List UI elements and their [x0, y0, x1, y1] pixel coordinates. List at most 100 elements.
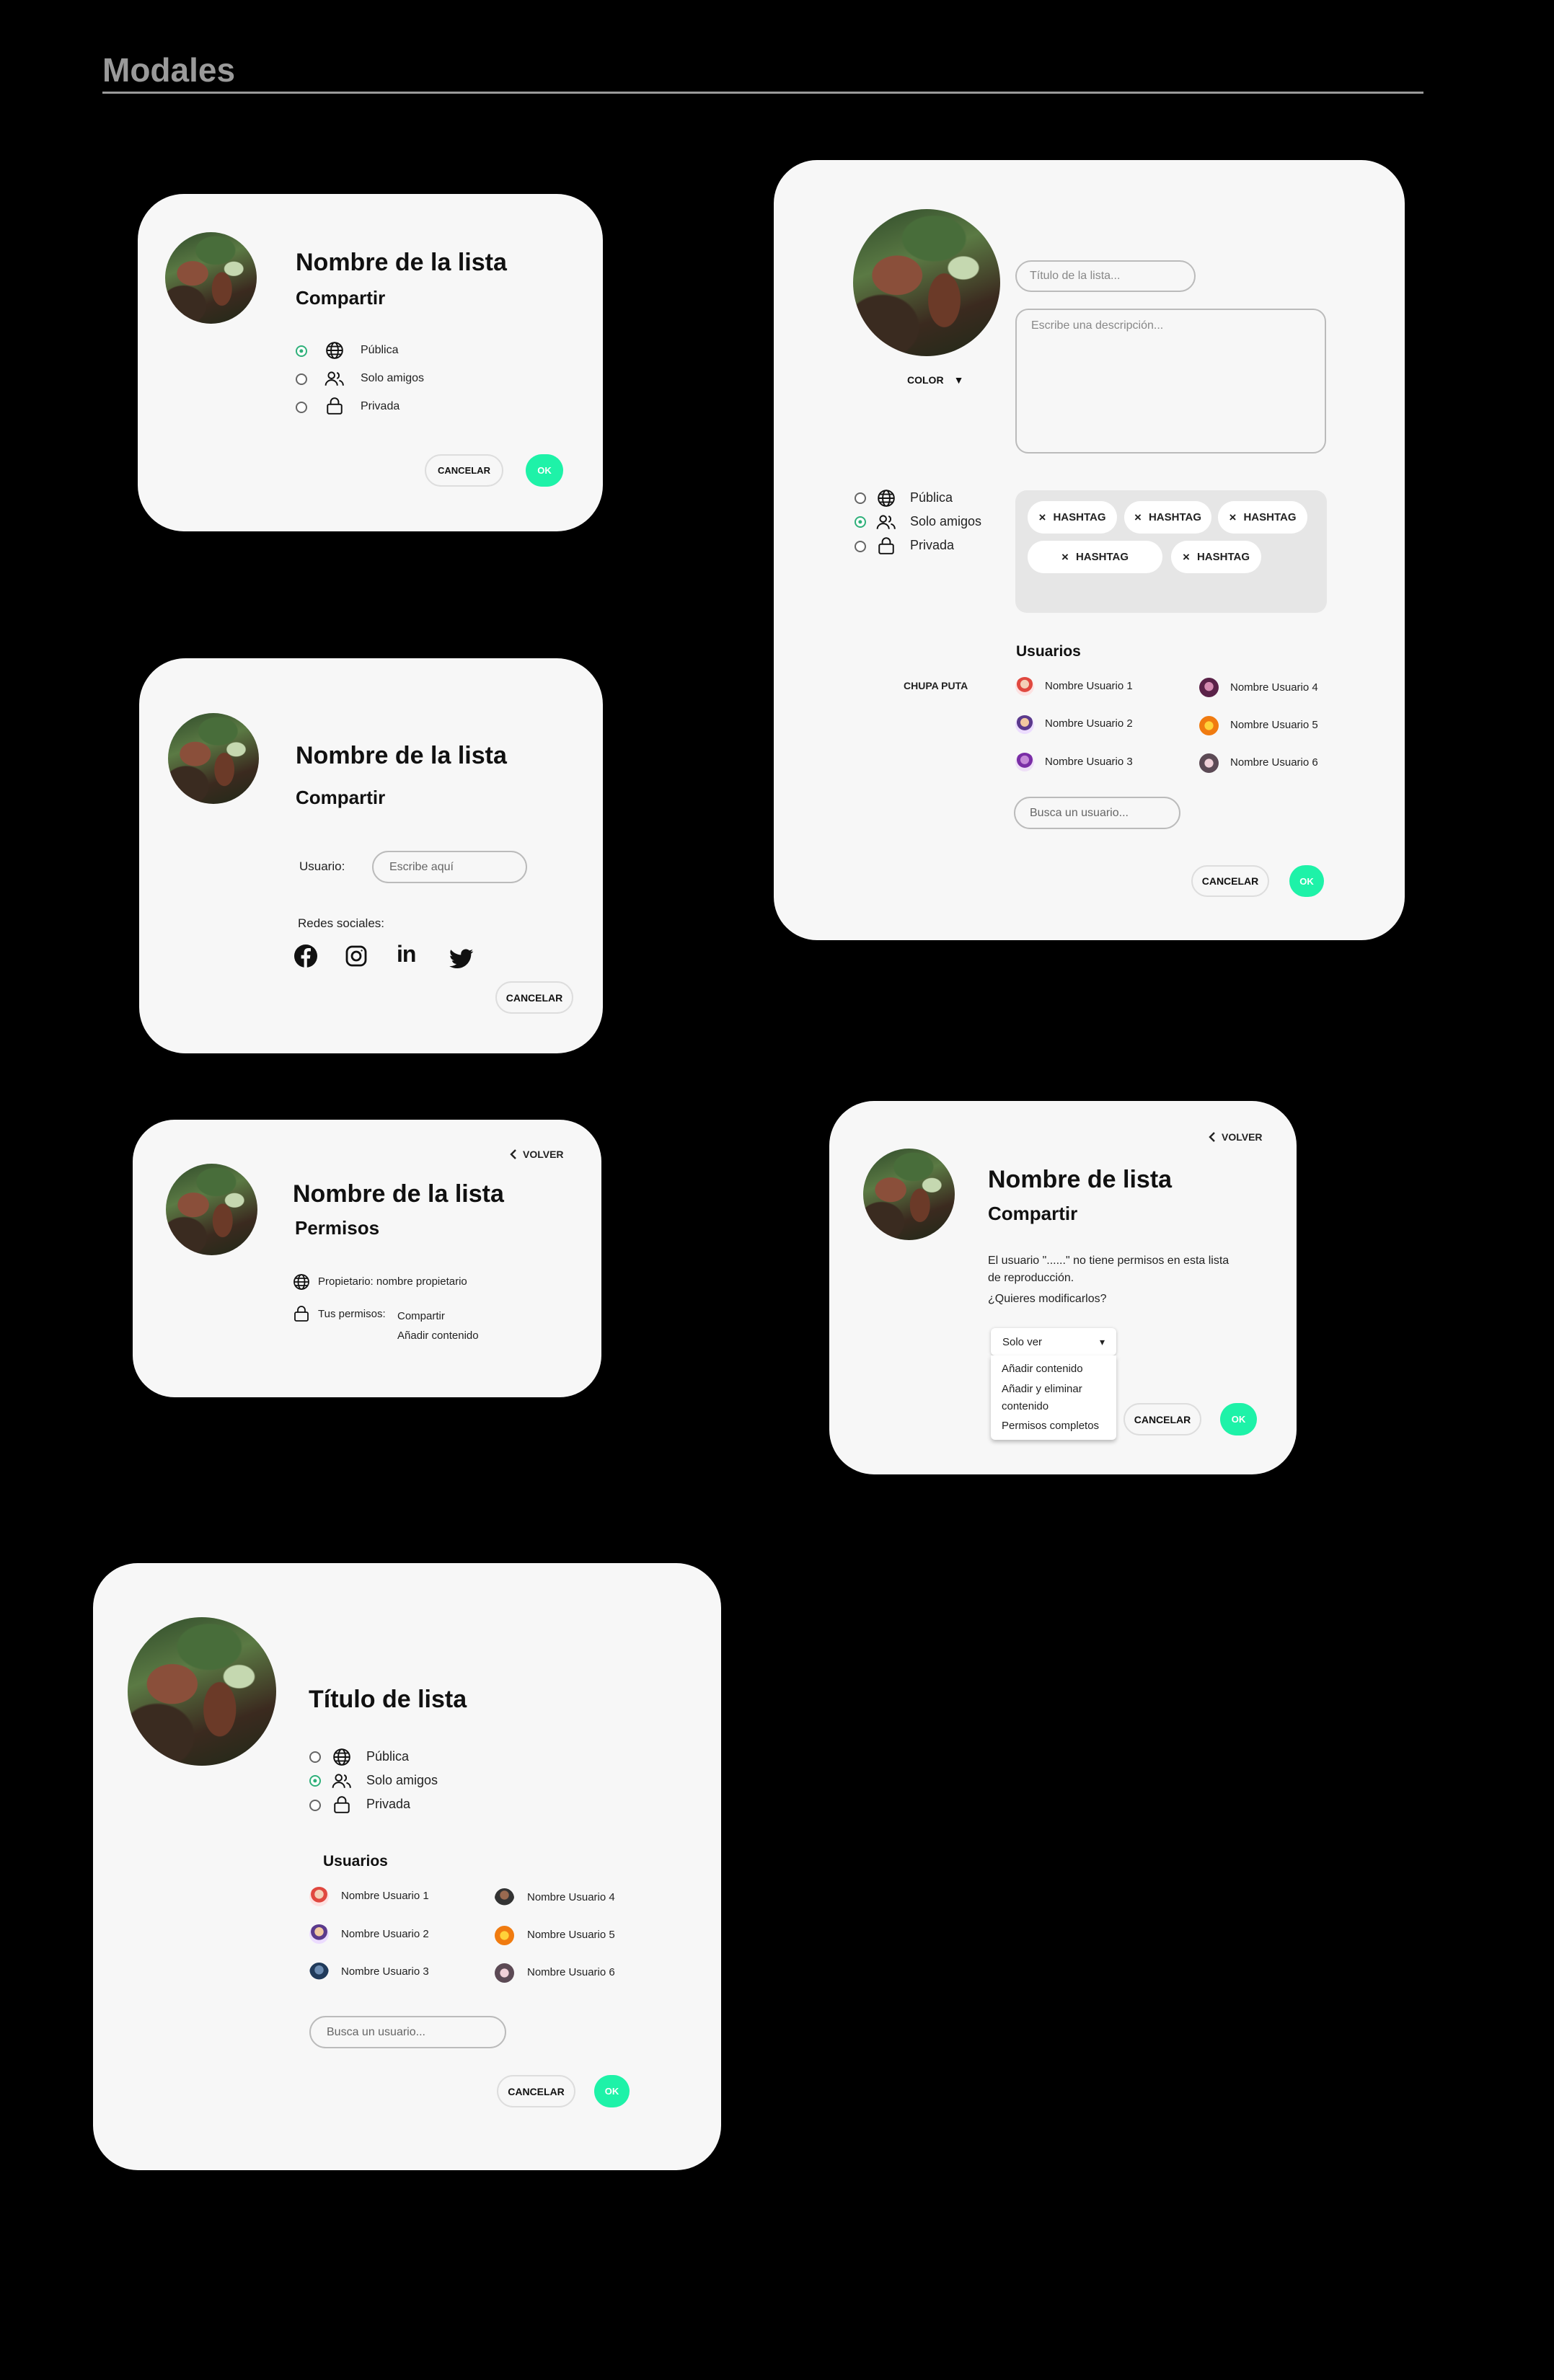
dropdown-option[interactable]: Añadir y eliminar	[1002, 1383, 1082, 1395]
user-avatar	[1015, 753, 1034, 771]
hashtag-label: HASHTAG	[1053, 511, 1106, 523]
color-label: COLOR	[907, 374, 944, 386]
list-cover-image	[853, 209, 1000, 356]
back-button[interactable]: VOLVER	[510, 1149, 564, 1160]
permissions-modal: VOLVER Nombre de la lista Permisos Propi…	[133, 1120, 601, 1397]
dropdown-option-continued[interactable]: contenido	[1002, 1400, 1048, 1412]
cancel-button[interactable]: CANCELAR	[1191, 865, 1269, 897]
user-name: Nombre Usuario 3	[341, 1965, 429, 1978]
users-icon	[332, 1774, 351, 1788]
list-cover-image	[128, 1617, 276, 1766]
visibility-label-public: Pública	[361, 344, 399, 356]
description-textarea[interactable]: Escribe una descripción...	[1015, 309, 1326, 454]
ok-button[interactable]: OK	[594, 2075, 630, 2107]
user-search-input[interactable]: Busca un usuario...	[1014, 797, 1180, 829]
cancel-button[interactable]: CANCELAR	[1123, 1403, 1201, 1435]
user-avatar	[495, 1963, 514, 1983]
visibility-label-friends: Solo amigos	[366, 1773, 438, 1787]
cancel-button[interactable]: CANCELAR	[425, 454, 503, 487]
permission-dropdown: Añadir contenido Añadir y eliminar conte…	[991, 1355, 1116, 1440]
back-button[interactable]: VOLVER	[1209, 1131, 1263, 1143]
dropdown-option[interactable]: Añadir contenido	[1002, 1363, 1083, 1375]
visibility-radio-private[interactable]	[296, 402, 307, 413]
instagram-icon[interactable]	[345, 945, 367, 967]
visibility-radio-private[interactable]	[309, 1800, 321, 1811]
modal-subtitle: Compartir	[296, 787, 386, 808]
user-field-label: Usuario:	[299, 859, 345, 873]
visibility-radio-private[interactable]	[855, 541, 866, 552]
visibility-label-private: Privada	[366, 1797, 411, 1811]
remove-icon[interactable]: ×	[1183, 550, 1190, 565]
hashtag-chip[interactable]: × HASHTAG	[1028, 501, 1117, 534]
user-name: Nombre Usuario 2	[341, 1928, 429, 1940]
share-visibility-modal: Nombre de la lista Compartir Pública Sol…	[138, 194, 603, 531]
ok-button[interactable]: OK	[1220, 1403, 1257, 1435]
user-avatar	[1015, 715, 1034, 734]
chevron-left-icon	[510, 1149, 516, 1159]
dropdown-option[interactable]: Permisos completos	[1002, 1420, 1099, 1432]
hashtag-chip[interactable]: × HASHTAG	[1171, 541, 1261, 573]
user-input[interactable]: Escribe aquí	[372, 851, 527, 883]
user-search-input[interactable]: Busca un usuario...	[309, 2016, 506, 2048]
user-name: Nombre Usuario 6	[1230, 756, 1318, 769]
users-section-title: Usuarios	[323, 1853, 388, 1870]
permission-item: Añadir contenido	[397, 1330, 479, 1342]
share-social-modal: Nombre de la lista Compartir Usuario: Es…	[139, 658, 603, 1053]
user-avatar	[495, 1926, 514, 1945]
user-avatar	[309, 1963, 329, 1982]
visibility-radio-friends[interactable]	[296, 373, 307, 385]
linkedin-icon[interactable]: in	[397, 941, 416, 968]
list-cover-image	[165, 232, 257, 324]
list-title: Nombre de la lista	[293, 1180, 504, 1208]
visibility-radio-friends[interactable]	[855, 516, 866, 528]
hashtag-chip[interactable]: × HASHTAG	[1218, 501, 1307, 534]
user-avatar	[1199, 716, 1219, 735]
visibility-radio-friends[interactable]	[309, 1775, 321, 1787]
back-label: VOLVER	[523, 1149, 564, 1160]
visibility-radio-public[interactable]	[296, 345, 307, 357]
visibility-label-friends: Solo amigos	[361, 372, 425, 384]
permissions-label: Tus permisos:	[318, 1308, 386, 1320]
remove-icon[interactable]: ×	[1134, 510, 1142, 525]
hashtag-chip[interactable]: × HASHTAG	[1124, 501, 1211, 534]
ok-button[interactable]: OK	[526, 454, 563, 487]
list-cover-image	[863, 1149, 955, 1240]
user-name: Nombre Usuario 1	[341, 1890, 429, 1902]
cancel-button[interactable]: CANCELAR	[497, 2075, 575, 2107]
ok-button[interactable]: OK	[1289, 865, 1324, 897]
list-title: Nombre de la lista	[296, 742, 507, 769]
remove-icon[interactable]: ×	[1229, 510, 1237, 525]
visibility-label-public: Pública	[366, 1749, 410, 1764]
edit-list-modal: COLOR ▼ Título de la lista... Escribe un…	[774, 160, 1405, 940]
remove-icon[interactable]: ×	[1061, 550, 1069, 565]
lock-icon	[334, 1796, 350, 1813]
description-placeholder: Escribe una descripción...	[1031, 319, 1164, 332]
permission-select[interactable]: Solo ver ▾	[991, 1328, 1116, 1355]
user-avatar	[495, 1888, 514, 1908]
facebook-icon[interactable]	[294, 945, 317, 968]
list-title-input[interactable]: Título de la lista...	[1015, 260, 1196, 292]
user-name: Nombre Usuario 4	[527, 1891, 615, 1903]
color-picker[interactable]: COLOR ▼	[907, 374, 963, 386]
cancel-button[interactable]: CANCELAR	[495, 981, 573, 1014]
hashtag-label: HASHTAG	[1148, 511, 1201, 523]
user-name: Nombre Usuario 2	[1045, 717, 1133, 730]
lock-icon	[878, 537, 894, 554]
visibility-radio-public[interactable]	[309, 1751, 321, 1763]
hashtag-label: HASHTAG	[1196, 551, 1250, 563]
users-section-title: Usuarios	[1016, 643, 1081, 660]
visibility-radio-public[interactable]	[855, 492, 866, 504]
hashtag-chip[interactable]: × HASHTAG	[1028, 541, 1162, 573]
users-icon	[325, 371, 344, 386]
user-name: Nombre Usuario 5	[1230, 719, 1318, 731]
globe-icon	[293, 1274, 309, 1290]
twitter-icon[interactable]	[449, 949, 474, 969]
user-avatar	[1199, 678, 1219, 697]
lock-icon	[327, 397, 343, 415]
modal-subtitle: Compartir	[296, 287, 386, 309]
dropdown-arrow-icon: ▾	[1099, 1335, 1105, 1348]
visibility-label-private: Privada	[361, 400, 400, 412]
title-divider	[102, 92, 1423, 94]
remove-icon[interactable]: ×	[1039, 510, 1046, 525]
users-icon	[876, 515, 896, 529]
